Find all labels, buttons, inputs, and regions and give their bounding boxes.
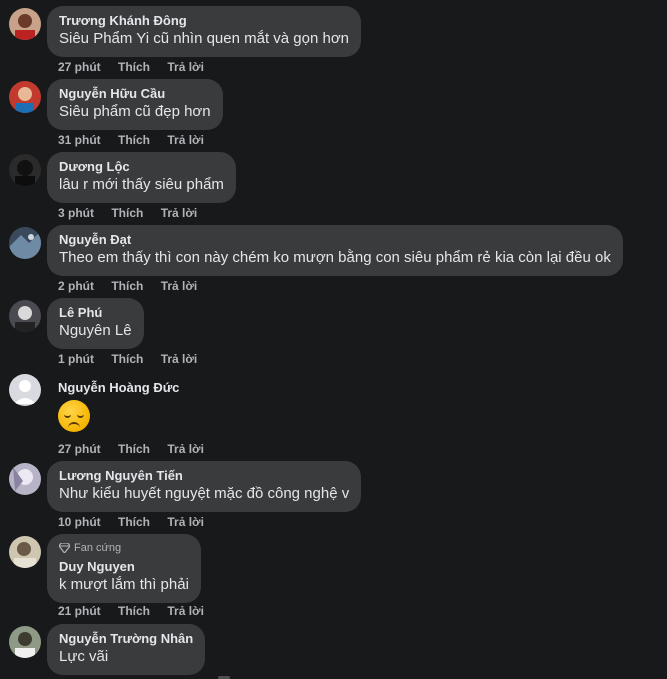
author-name[interactable]: Duy Nguyen <box>59 559 189 575</box>
comment-bubble: Trương Khánh Đông Siêu Phẩm Yi cũ nhìn q… <box>47 6 362 57</box>
reply-button[interactable]: Trả lời <box>167 133 204 147</box>
comment-bubble: Dương Lộc lâu r mới thấy siêu phẩm <box>47 152 236 203</box>
comment-actions: 10 phút Thích Trả lời <box>58 515 218 529</box>
author-name[interactable]: Lê Phú <box>59 305 132 321</box>
comment-text: Theo em thấy thì con này chém ko mượn bằ… <box>59 249 611 266</box>
reply-button[interactable]: Trả lời <box>161 206 198 220</box>
like-button[interactable]: Thích <box>111 206 143 220</box>
like-button[interactable]: Thích <box>118 604 150 618</box>
comment-text: Như kiểu huyết nguyệt mặc đồ công nghệ v <box>59 485 350 502</box>
like-button[interactable]: Thích <box>118 60 150 74</box>
fan-badge[interactable]: Fan cứng <box>59 541 189 555</box>
avatar[interactable] <box>9 374 41 406</box>
comment-text: lâu r mới thấy siêu phẩm <box>59 176 224 193</box>
avatar[interactable] <box>9 463 41 495</box>
avatar[interactable] <box>9 8 41 40</box>
comment-bubble: Nguyễn Hữu Cầu Siêu phẩm cũ đẹp hơn <box>47 79 223 130</box>
reply-button[interactable]: Trả lời <box>167 515 204 529</box>
author-name[interactable]: Nguyễn Hữu Cầu <box>59 86 211 102</box>
avatar[interactable] <box>9 81 41 113</box>
like-button[interactable]: Thích <box>118 133 150 147</box>
comment-text: Lực vãi <box>59 648 109 665</box>
author-name[interactable]: Dương Lộc <box>59 159 224 175</box>
comment-bubble: Lê Phú Nguyên Lê <box>47 298 144 349</box>
comment-bubble: Nguyễn Trường Nhân Lực vãi <box>47 624 206 675</box>
like-button[interactable]: Thích <box>111 352 143 366</box>
comment-actions: 3 phút Thích Trả lời <box>58 206 211 220</box>
timestamp[interactable]: 10 phút <box>58 515 101 529</box>
timestamp[interactable]: 31 phút <box>58 133 101 147</box>
comment-content: Nguyễn Hoàng Đức <box>58 380 179 432</box>
reply-button[interactable]: Trả lời <box>161 279 198 293</box>
timestamp[interactable]: 27 phút <box>58 60 101 74</box>
diamond-icon <box>59 543 70 553</box>
timestamp[interactable]: 27 phút <box>58 442 101 456</box>
avatar[interactable] <box>9 154 41 186</box>
reply-button[interactable]: Trả lời <box>167 442 204 456</box>
pensive-face-icon <box>58 400 90 432</box>
author-name[interactable]: Trương Khánh Đông <box>59 13 349 29</box>
author-name[interactable]: Nguyễn Đạt <box>59 232 611 248</box>
comment-actions: 21 phút Thích Trả lời <box>58 604 218 618</box>
comment-actions: 31 phút Thích Trả lời <box>58 133 218 147</box>
author-name[interactable]: Nguyễn Hoàng Đức <box>58 380 179 396</box>
timestamp[interactable]: 1 phút <box>58 352 94 366</box>
avatar[interactable] <box>9 227 41 259</box>
comment-text: k mượt lắm thì phải <box>59 576 189 593</box>
reply-button[interactable]: Trả lời <box>161 352 198 366</box>
author-name[interactable]: Nguyễn Trường Nhân <box>59 631 193 647</box>
comment-bubble: Nguyễn Đạt Theo em thấy thì con này chém… <box>47 225 623 276</box>
reply-button[interactable]: Trả lời <box>167 60 204 74</box>
comment-actions: 27 phút Thích Trả lời <box>58 442 218 456</box>
timestamp[interactable]: 21 phút <box>58 604 101 618</box>
reply-button[interactable]: Trả lời <box>167 604 204 618</box>
comment-bubble: Fan cứng Duy Nguyen k mượt lắm thì phải <box>47 534 201 603</box>
avatar[interactable] <box>9 536 41 568</box>
comment-actions: 27 phút Thích Trả lời <box>58 60 218 74</box>
comment-text: Siêu phẩm cũ đẹp hơn <box>59 103 211 120</box>
avatar[interactable] <box>9 626 41 658</box>
comment-text: Siêu Phẩm Yi cũ nhìn quen mắt và gọn hơn <box>59 30 350 47</box>
badge-label: Fan cứng <box>74 542 122 554</box>
comment-actions: 1 phút Thích Trả lời <box>58 352 211 366</box>
avatar[interactable] <box>9 300 41 332</box>
timestamp[interactable]: 2 phút <box>58 279 94 293</box>
tagged-user-link[interactable]: Nguyên Lê <box>59 321 132 341</box>
like-button[interactable]: Thích <box>111 279 143 293</box>
timestamp[interactable]: 3 phút <box>58 206 94 220</box>
like-button[interactable]: Thích <box>118 515 150 529</box>
author-name[interactable]: Lương Nguyên Tiến <box>59 468 349 484</box>
comment-actions: 2 phút Thích Trả lời <box>58 279 211 293</box>
comment-bubble: Lương Nguyên Tiến Như kiểu huyết nguyệt … <box>47 461 362 512</box>
like-button[interactable]: Thích <box>118 442 150 456</box>
